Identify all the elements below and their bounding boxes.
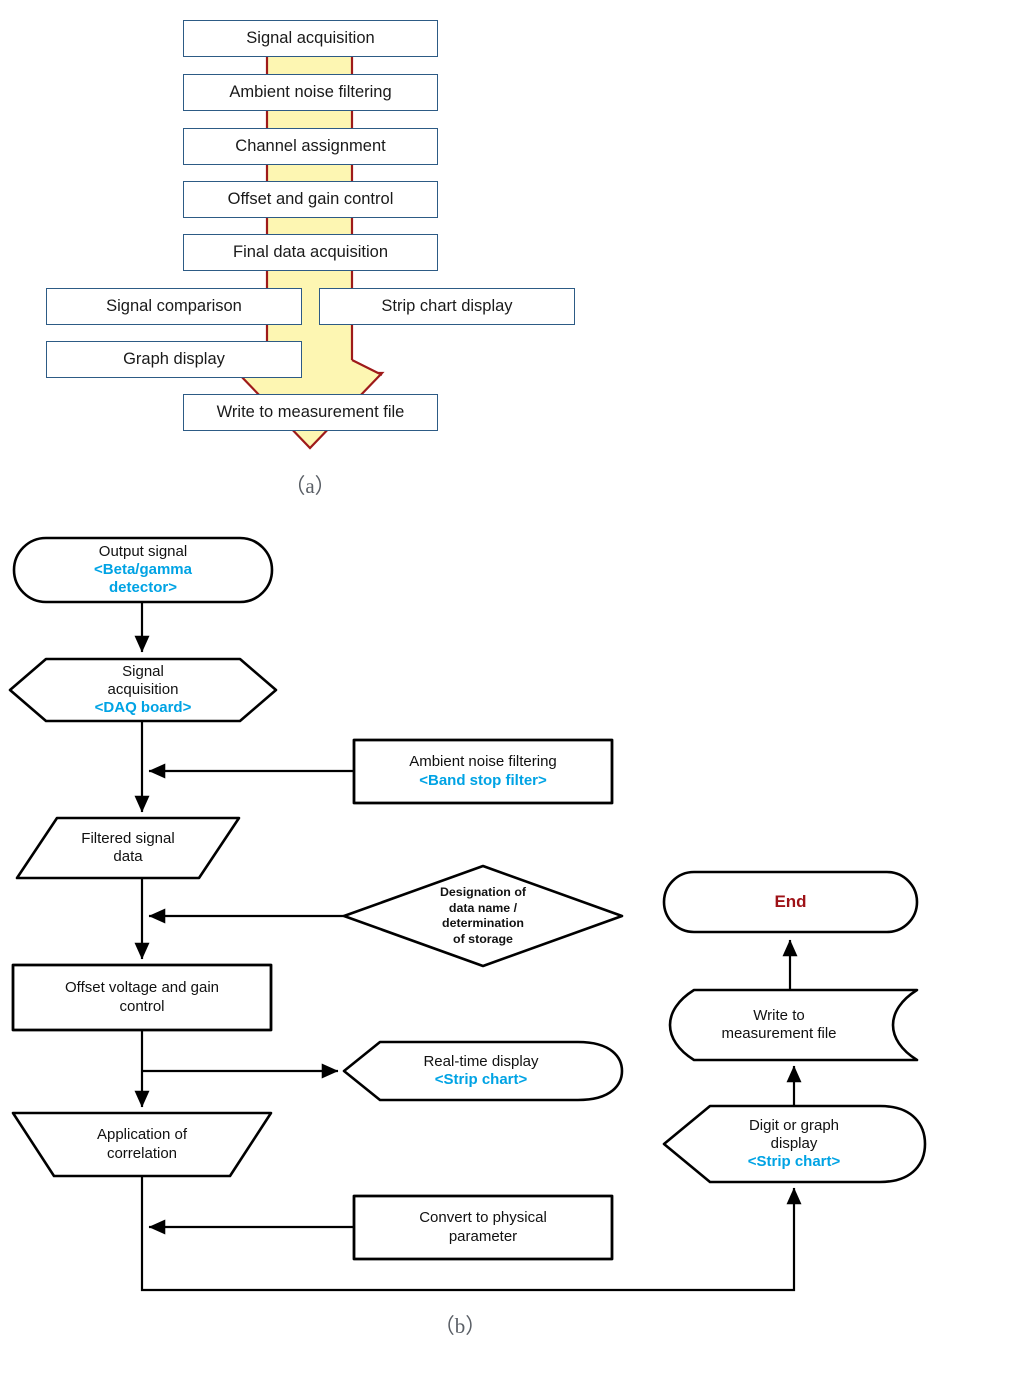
shape-output-signal: [12, 536, 274, 604]
panel-a-box-write-to-measurement-file[interactable]: Write to measurement file: [183, 394, 438, 431]
panel-a-box-label: Ambient noise filtering: [229, 83, 392, 102]
shape-designation-of-data-name: [342, 864, 624, 968]
panel-a-box-signal-acquisition[interactable]: Signal acquisition: [183, 20, 438, 57]
shape-application-of-correlation: [11, 1111, 273, 1178]
shape-write-to-measurement-file: [668, 988, 919, 1062]
shape-end: [662, 870, 919, 934]
panel-a-box-label: Graph display: [123, 350, 225, 369]
panel-a-box-label: Signal comparison: [106, 297, 242, 316]
panel-a-box-label: Offset and gain control: [227, 190, 394, 209]
figure-canvas: Signal acquisition Ambient noise filteri…: [0, 0, 1010, 1377]
shape-convert-to-physical-parameter: [352, 1194, 614, 1261]
panel-b-caption: （b）: [433, 1314, 487, 1338]
shape-digit-or-graph-display: [662, 1104, 927, 1184]
shape-filtered-signal-data: [15, 816, 241, 880]
panel-a-box-final-data-acquisition[interactable]: Final data acquisition: [183, 234, 438, 271]
panel-a-caption: （a）: [284, 474, 336, 498]
panel-a-box-offset-and-gain-control[interactable]: Offset and gain control: [183, 181, 438, 218]
panel-a-box-label: Write to measurement file: [216, 403, 405, 422]
panel-a-box-label: Signal acquisition: [246, 29, 375, 48]
panel-a-box-graph-display[interactable]: Graph display: [46, 341, 302, 378]
panel-a-box-strip-chart-display[interactable]: Strip chart display: [319, 288, 575, 325]
shape-signal-acquisition: [8, 657, 278, 723]
shape-ambient-noise-filtering: [352, 738, 614, 805]
panel-a-box-ambient-noise-filtering[interactable]: Ambient noise filtering: [183, 74, 438, 111]
shape-real-time-display: [342, 1040, 624, 1102]
shape-offset-voltage-and-gain-control: [11, 963, 273, 1032]
panel-a-box-label: Final data acquisition: [232, 243, 388, 262]
panel-b-shape-layer: [8, 536, 927, 1292]
panel-a-box-label: Strip chart display: [381, 297, 513, 316]
panel-a-box-label: Channel assignment: [235, 137, 386, 156]
panel-a-box-channel-assignment[interactable]: Channel assignment: [183, 128, 438, 165]
panel-a-box-signal-comparison[interactable]: Signal comparison: [46, 288, 302, 325]
